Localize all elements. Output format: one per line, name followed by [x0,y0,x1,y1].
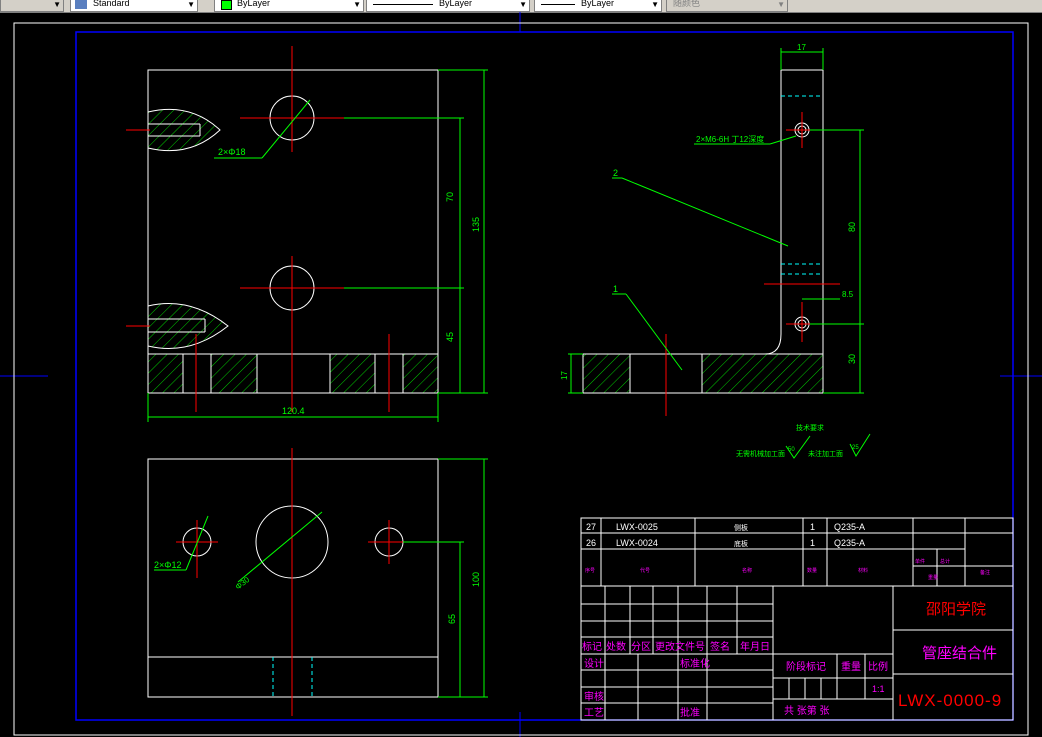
tb-design: 设计 [584,657,604,670]
dim-hole-bottom: 2×Φ12 [154,560,181,570]
tb-approve: 批准 [680,706,700,719]
bom-row1-name: 侧板 [734,523,748,532]
dim-30: Φ30 [234,575,252,592]
bom-row2-code: LWX-0024 [616,538,658,548]
tb-weight: 重量 [841,660,861,673]
tb-sheets: 共 张第 张 [784,704,830,717]
text-style-dropdown[interactable]: Standard ▼ [70,0,198,12]
linetype-value: ByLayer [439,0,473,8]
notes-title: 技术要求 [796,423,824,432]
dim-side-80: 80 [847,222,857,232]
bom-row1-qty: 1 [810,522,815,532]
bom-row1-code: LWX-0025 [616,522,658,532]
tb-zone: 分区 [631,641,651,653]
side-hatch-right [701,353,824,394]
tb-process: 工艺 [584,707,604,719]
text-style-icon [75,0,87,9]
dim-side-17: 17 [797,43,806,52]
slot-hatch-lower [147,303,229,349]
bom-row2-qty: 1 [810,538,815,548]
front-view: 2×Φ18 70 135 45 120.4 [126,46,488,422]
tb-school: 邵阳学院 [926,600,986,618]
bom-row2-mat: Q235-A [834,538,865,548]
linetype-dropdown[interactable]: ByLayer ▼ [366,0,530,12]
tb-scale-val: 1:1 [872,684,885,694]
tb-stage: 阶段标记 [786,660,826,673]
bom-row1-mat: Q235-A [834,522,865,532]
title-block: 邵阳学院 管座结合件 LWX-0000-9 标记 处数 分区 更改文件号 签名 … [580,585,1014,721]
side-view: 17 2×M6-6H 丁12深度 80 8.5 30 17 2 1 [560,43,864,416]
chevron-down-icon: ▼ [187,0,195,9]
tb-standard: 标准化 [680,657,710,670]
dim-100: 100 [471,572,481,587]
drawing-canvas[interactable]: 2×Φ18 70 135 45 120.4 17 2×M6-6H 丁12深度 8… [0,12,1042,737]
chevron-down-icon: ▼ [777,0,785,9]
tb-check: 审核 [584,690,604,703]
side-hatch-left [582,353,631,394]
top-view: 2×Φ12 Φ30 100 65 [147,448,488,716]
tb-change-doc: 更改文件号 [655,640,705,653]
side-view-outline [582,69,824,394]
chevron-down-icon: ▼ [53,0,61,9]
slot-lines [148,123,206,333]
text-style-value: Standard [93,0,130,8]
dim-side-8: 8.5 [842,290,854,299]
plot-style-value: 随颜色 [673,0,701,8]
lineweight-dropdown[interactable]: ByLayer ▼ [534,0,662,12]
color-swatch-icon [221,0,232,10]
bom-table: 27 LWX-0025 侧板 1 Q235-A 26 LWX-0024 底板 1… [580,517,1014,587]
plot-style-dropdown[interactable]: 随颜色 ▼ [666,0,788,12]
dim-hole-top: 2×Φ18 [218,147,245,157]
side-dims [568,48,864,394]
technical-notes: 技术要求 无需机械加工面 50 未注加工面 25 [736,423,871,459]
leader-2-label: 2 [613,168,618,178]
dim-65: 65 [447,614,457,624]
bom-head-mass: 重量 [928,574,938,581]
lineweight-sample-icon [541,4,575,5]
tb-drawing-title: 管座结合件 [922,645,997,662]
bom-head-no: 序号 [585,567,595,574]
bom-head-mat: 材料 [858,567,868,574]
dim-side-30: 30 [847,354,857,364]
tb-left-dropdown[interactable]: ▼ [0,0,64,12]
tb-date: 年月日 [740,640,770,653]
dim-45: 45 [445,332,455,342]
chevron-down-icon: ▼ [519,0,527,9]
dim-side-17b: 17 [560,371,569,380]
bom-head-code: 代号 [640,567,650,574]
slot-hatch-upper [147,108,221,152]
dim-thread: 2×M6-6H 丁12深度 [696,134,764,144]
bom-row2-no: 26 [586,538,596,548]
tb-sign: 签名 [710,640,730,653]
tb-scale: 比例 [868,660,888,673]
dim-120: 120.4 [282,406,305,416]
color-dropdown[interactable]: ByLayer ▼ [214,0,364,12]
color-value: ByLayer [237,0,271,8]
chevron-down-icon: ▼ [353,0,361,9]
bom-row1-no: 27 [586,522,596,532]
tb-mark: 标记 [582,641,602,653]
linetype-sample-icon [373,4,433,5]
dim-135: 135 [471,217,481,232]
bom-head-weight: 单件 [915,558,925,565]
top-centerlines [176,448,410,716]
bom-head-qty: 数量 [807,567,817,574]
tb-count: 处数 [606,640,626,653]
bom-head-note: 备注 [980,569,990,576]
bom-head-total: 总计 [940,558,950,565]
tb-drawing-no: LWX-0000-9 [898,691,1002,710]
notes-left: 无需机械加工面 [736,449,785,458]
lineweight-value: ByLayer [581,0,615,8]
leader-1-label: 1 [613,284,618,294]
dim-70: 70 [445,192,455,202]
chevron-down-icon: ▼ [651,0,659,9]
notes-right: 未注加工面 [808,449,843,458]
bom-head-name: 名称 [742,567,752,574]
bom-row2-name: 底板 [734,539,748,548]
